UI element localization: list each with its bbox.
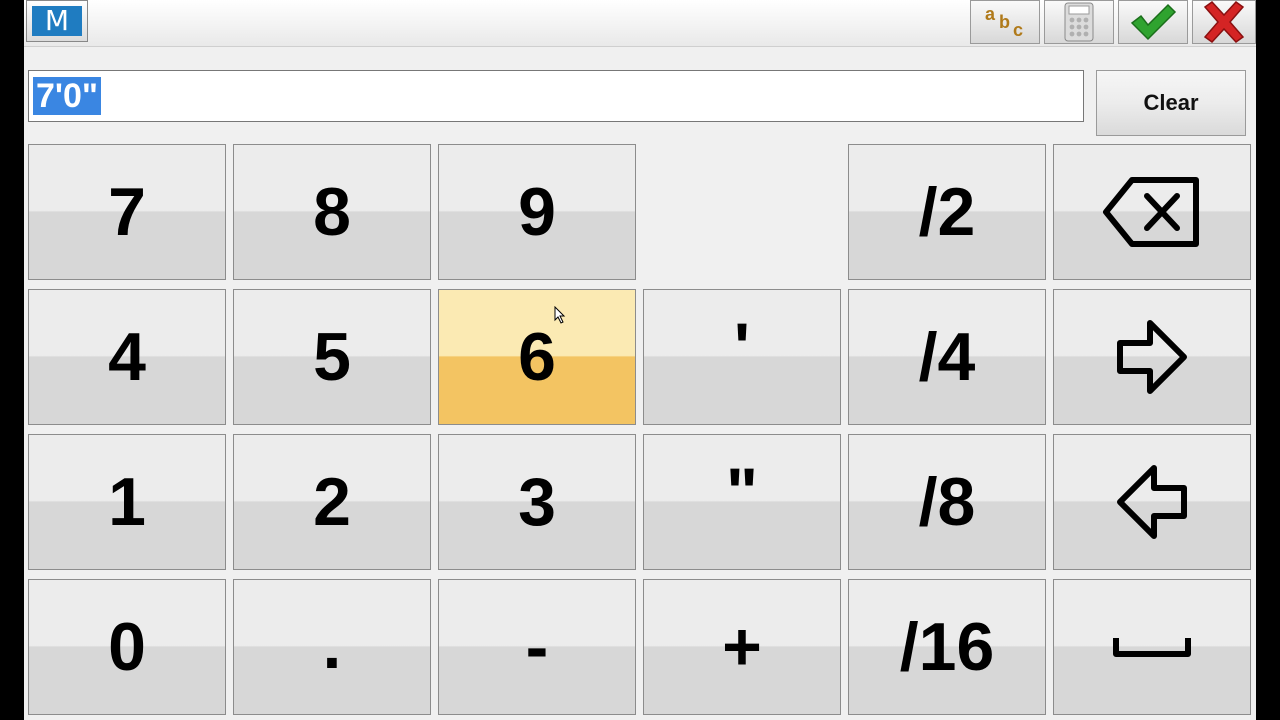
top-toolbar: M a b c — [24, 0, 1256, 47]
key-5[interactable]: 5 — [233, 289, 431, 425]
key-7[interactable]: 7 — [28, 144, 226, 280]
space-bar-icon — [1113, 638, 1191, 657]
logo-m-icon: M — [32, 6, 82, 36]
abc-letter-a: a — [985, 4, 996, 24]
backspace-button[interactable] — [1053, 144, 1251, 280]
key-eighth[interactable]: /8 — [848, 434, 1046, 570]
mouse-pointer-icon — [554, 306, 566, 324]
calculator-icon — [1064, 2, 1094, 42]
accept-button[interactable] — [1118, 0, 1188, 44]
key-inch[interactable]: " — [643, 434, 841, 570]
abc-letter-b: b — [999, 12, 1010, 32]
key-4[interactable]: 4 — [28, 289, 226, 425]
space-button[interactable] — [1053, 579, 1251, 715]
arrow-left-icon — [1117, 465, 1187, 539]
cancel-button[interactable] — [1192, 0, 1256, 44]
key-quarter[interactable]: /4 — [848, 289, 1046, 425]
value-input-field[interactable]: 7'0" — [28, 70, 1084, 122]
app-logo-button[interactable]: M — [26, 0, 88, 42]
key-feet[interactable]: ' — [643, 289, 841, 425]
key-0[interactable]: 0 — [28, 579, 226, 715]
key-2[interactable]: 2 — [233, 434, 431, 570]
key-minus[interactable]: - — [438, 579, 636, 715]
calculator-keypad-button[interactable] — [1044, 0, 1114, 44]
key-8[interactable]: 8 — [233, 144, 431, 280]
calculator-screen: M a b c 7'0" Clear 7 8 9 /2 4 5 6 ' /4 1… — [24, 0, 1256, 720]
key-decimal-point[interactable]: . — [233, 579, 431, 715]
key-half[interactable]: /2 — [848, 144, 1046, 280]
key-6[interactable]: 6 — [438, 289, 636, 425]
move-left-button[interactable] — [1053, 434, 1251, 570]
text-keyboard-button[interactable]: a b c — [970, 0, 1040, 44]
close-x-icon — [1203, 1, 1245, 43]
move-right-button[interactable] — [1053, 289, 1251, 425]
clear-button[interactable]: Clear — [1096, 70, 1246, 136]
key-9[interactable]: 9 — [438, 144, 636, 280]
key-sixteenth[interactable]: /16 — [848, 579, 1046, 715]
key-1[interactable]: 1 — [28, 434, 226, 570]
selected-value-text: 7'0" — [33, 77, 102, 115]
key-3[interactable]: 3 — [438, 434, 636, 570]
abc-letter-c: c — [1013, 20, 1024, 40]
backspace-icon — [1103, 177, 1199, 247]
abc-icon: a b c — [983, 4, 1027, 40]
arrow-right-icon — [1117, 320, 1187, 394]
checkmark-icon — [1130, 3, 1177, 41]
key-plus[interactable]: + — [643, 579, 841, 715]
